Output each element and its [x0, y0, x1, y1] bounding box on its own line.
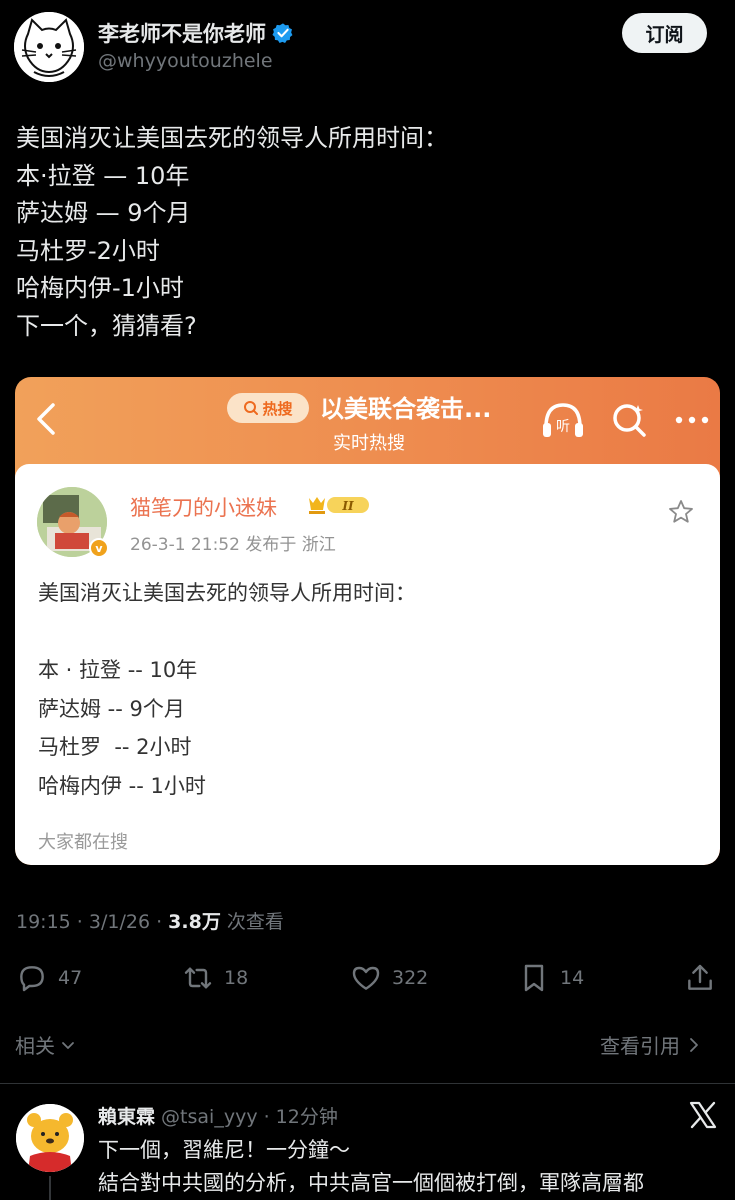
tweet-text: 美国消灭让美国去死的领导人所用时间： 本·拉登 — 10年 萨达姆 — 9个月 … — [16, 120, 716, 345]
chevron-right-icon — [690, 1037, 698, 1052]
tweet-line: 下一个，猜猜看? — [16, 311, 197, 340]
bear-avatar-icon — [16, 1104, 84, 1172]
hot-search-icon — [244, 401, 259, 415]
listen-label: 听 — [556, 419, 570, 435]
author-avatar[interactable] — [14, 12, 84, 82]
weibo-post: v 猫笔刀的小迷妹 II 26-3-1 21:52 发布于 浙江 美国消灭让美国… — [15, 464, 720, 865]
tweet-meta: 19:15 · 3/1/26 · 3.8万 次查看 — [16, 907, 284, 934]
reply-text: 下一個，習維尼！一分鐘～ 結合對中共國的分析，中共高官一個個被打倒，軍隊高層都 — [98, 1134, 644, 1200]
hot-search-badge-label: 热搜 — [262, 399, 293, 418]
weibo-post-body: 美国消灭让美国去死的领导人所用时间： 本 · 拉登 -- 10年 萨达姆 -- … — [38, 574, 416, 805]
divider — [0, 1083, 735, 1084]
cat-drawing-icon — [14, 12, 84, 82]
attached-image[interactable]: 热搜 以美联合袭击... 实时热搜 听 v 猫笔刀的小迷妹 II 26-3-1 … — [15, 377, 720, 865]
tweet-line: 本·拉登 — 10年 — [16, 161, 190, 190]
weibo-line: 萨达姆 -- 9个月 — [38, 696, 185, 721]
reply-header: 賴東霖 @tsai_yyy · 12分钟 — [98, 1102, 338, 1129]
verified-v-badge: v — [89, 538, 109, 558]
related-label: 相关 — [15, 1034, 55, 1058]
headphones-listen-icon: 听 — [543, 403, 583, 437]
bookmark-button[interactable]: 14 — [518, 955, 584, 1001]
tweet-timestamp[interactable]: 19:15 · 3/1/26 · — [16, 911, 168, 933]
reply-author-avatar[interactable] — [16, 1104, 84, 1172]
subscribe-button[interactable]: 订阅 — [622, 13, 707, 53]
reply-thread-line — [49, 1176, 51, 1200]
repost-icon — [184, 967, 212, 989]
reply-count: 47 — [58, 967, 83, 989]
weibo-line: 哈梅内伊 -- 1小时 — [38, 773, 206, 798]
tweet-line: 马杜罗-2小时 — [16, 236, 160, 265]
weibo-line — [38, 613, 416, 652]
like-count: 322 — [392, 967, 429, 989]
more-dots-icon — [675, 416, 709, 424]
weibo-hot-search-bar: 热搜 以美联合袭击... 实时热搜 听 — [15, 377, 720, 467]
view-quotes-link[interactable]: 查看引用 — [600, 1030, 702, 1059]
weibo-line: 本 · 拉登 -- 10年 — [38, 658, 198, 682]
weibo-line: 美国消灭让美国去死的领导人所用时间： — [38, 581, 416, 605]
x-logo-icon — [689, 1101, 717, 1129]
reply-author-name[interactable]: 賴東霖 — [98, 1106, 155, 1128]
weibo-user-name: 猫笔刀的小迷妹 — [130, 496, 277, 520]
hot-search-subtitle: 实时热搜 — [333, 433, 405, 454]
bookmark-count: 14 — [560, 967, 585, 989]
author-name-row: 李老师不是你老师 — [98, 18, 294, 48]
reply-icon — [20, 966, 44, 992]
view-quotes-label: 查看引用 — [600, 1034, 680, 1058]
repost-button[interactable]: 18 — [182, 955, 248, 1001]
search-icon — [613, 404, 646, 437]
author-display-name[interactable]: 李老师不是你老师 — [98, 18, 266, 48]
views-label: 次查看 — [220, 911, 284, 933]
weibo-line: 马杜罗 -- 2小时 — [38, 735, 192, 759]
verified-badge-icon — [272, 23, 293, 43]
hot-search-badge: 热搜 — [227, 393, 309, 423]
weibo-footer-label: 大家都在搜 — [38, 832, 128, 853]
reply-line: 下一個，習維尼！一分鐘～ — [98, 1138, 350, 1162]
reply-button[interactable]: 47 — [16, 955, 82, 1001]
bookmark-icon — [524, 964, 544, 992]
tweet-line: 萨达姆 — 9个月 — [16, 199, 191, 227]
crown-level-badge-icon: II — [309, 497, 369, 514]
hot-search-title: 以美联合袭击... — [320, 395, 492, 423]
tweet-line: 哈梅内伊-1小时 — [16, 274, 184, 302]
level-label: II — [341, 499, 354, 513]
tweet-line: 美国消灭让美国去死的领导人所用时间： — [16, 124, 448, 152]
weibo-post-meta: 26-3-1 21:52 发布于 浙江 — [130, 535, 336, 555]
reply-author-handle[interactable]: @tsai_yyy · 12分钟 — [155, 1106, 338, 1128]
tweet-actions: 47 18 322 14 — [0, 955, 735, 1001]
chevron-down-icon — [62, 1041, 74, 1049]
share-button[interactable] — [684, 955, 716, 1001]
tweet-header: 李老师不是你老师 @whyyoutouzhele 订阅 — [0, 0, 735, 90]
like-button[interactable]: 322 — [350, 955, 428, 1001]
repost-count: 18 — [224, 967, 249, 989]
views-count: 3.8万 — [168, 911, 221, 933]
heart-icon — [352, 966, 380, 990]
favorite-star-icon — [669, 500, 693, 523]
author-handle[interactable]: @whyyoutouzhele — [98, 50, 273, 72]
back-chevron-icon — [37, 403, 55, 435]
reply-line: 結合對中共國的分析，中共高官一個個被打倒，軍隊高層都 — [98, 1171, 644, 1195]
share-icon — [688, 964, 712, 990]
related-toggle[interactable]: 相关 — [15, 1030, 77, 1059]
